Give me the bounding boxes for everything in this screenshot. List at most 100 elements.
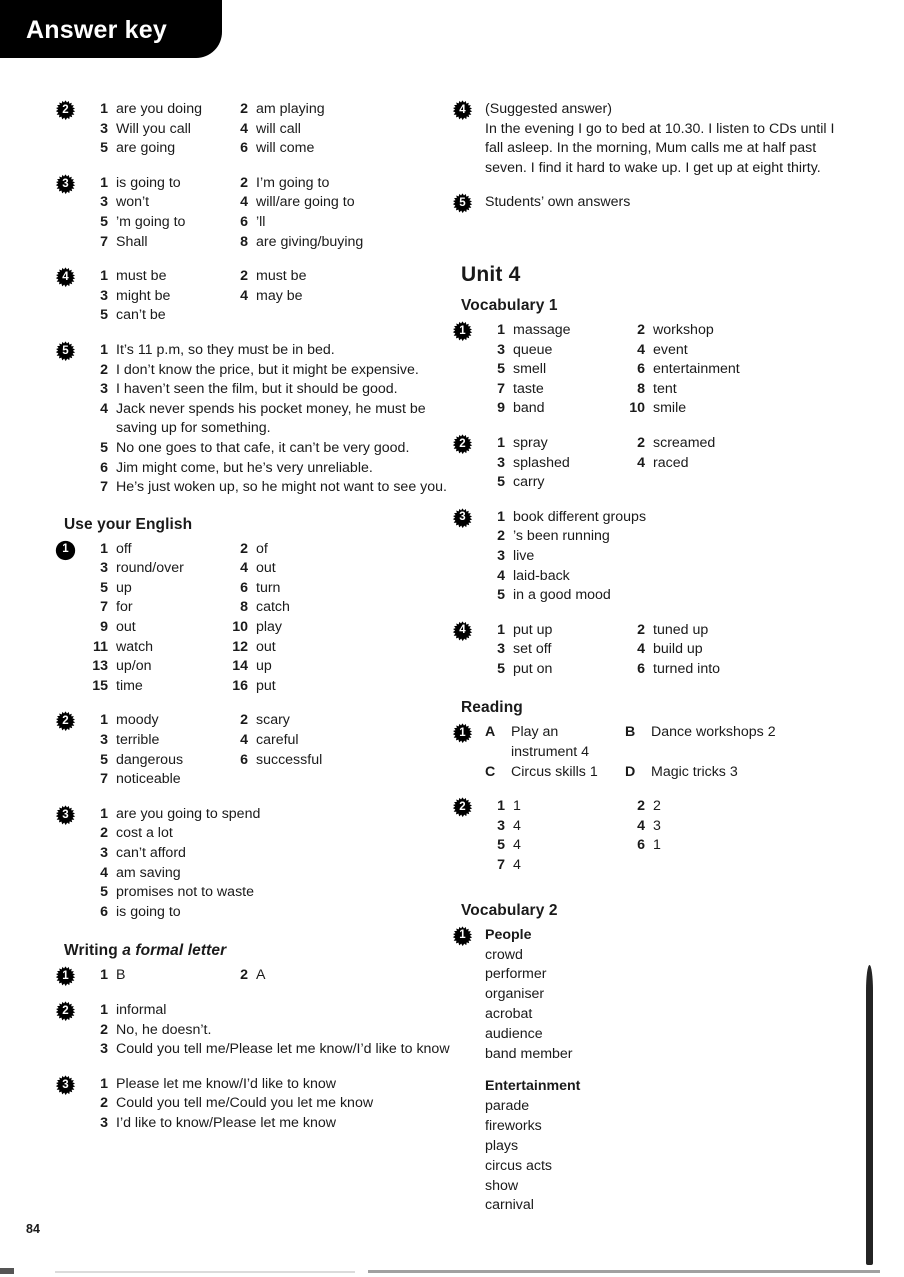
answer-text: round/over <box>116 560 184 577</box>
answer-row: 3 Will you call 4 will call <box>88 120 455 140</box>
exercise-badge-number: 5 <box>459 197 466 210</box>
answer-item: 8 tent <box>625 380 825 400</box>
answer-item: 1 off <box>88 540 228 560</box>
unit-heading: Unit 4 <box>461 262 521 286</box>
answer-number: 10 <box>232 619 248 636</box>
answer-text: are you going to spend <box>116 805 261 822</box>
answer-number: 7 <box>100 771 108 788</box>
answer-text: terrible <box>116 732 160 749</box>
left-column: 2 1 are you doing 2 am playing 3 Will you call… <box>55 100 455 1149</box>
answer-number: 3 <box>100 381 108 398</box>
section-vocabulary-2: Vocabulary 2 1 People crowd performer organis… <box>452 902 872 1217</box>
answer-number: 1 <box>100 174 108 191</box>
answer-text: off <box>116 540 132 557</box>
exercise-badge-number: 3 <box>62 1078 69 1091</box>
exercise-body: 1 off 2 of 3 round/over 4 out 5 up 6 turn 7 for 8 catch… <box>55 540 455 697</box>
answer-text: am playing <box>256 101 325 117</box>
answer-row: 3 splashed 4 raced <box>485 454 872 474</box>
answer-row: 1 spray 2 screamed <box>485 434 872 454</box>
answer-row: 7 taste 8 tent <box>485 380 872 400</box>
exercise-badge-2: 2 <box>452 797 473 818</box>
answer-item: 61 <box>625 836 825 856</box>
answer-item: 1 are you going to spend <box>88 805 455 825</box>
exercise-3: 3 1 Please let me know/I’d like to know 2 Co… <box>55 1075 455 1134</box>
answer-number: D <box>625 763 636 780</box>
answer-item: 9 out <box>88 618 228 638</box>
answer-item: 4 will/are going to <box>228 193 428 213</box>
answer-text: entertainment <box>653 361 740 378</box>
answer-item: 2 cost a lot <box>88 824 455 844</box>
answer-number: 5 <box>100 751 108 768</box>
section-heading-use-your-english: Use your English <box>64 515 193 533</box>
answer-number: 6 <box>240 213 248 230</box>
answer-text: are you doing <box>116 101 202 117</box>
answer-number: 1 <box>497 621 505 638</box>
answer-text: smile <box>653 400 687 417</box>
answer-item: 8 are giving/buying <box>228 233 428 253</box>
answer-item: 7 noticeable <box>88 770 228 790</box>
answer-row: 3 might be 4 may be <box>88 287 455 307</box>
answer-item: 5 ’m going to <box>88 213 228 233</box>
answer-text: smell <box>513 361 547 378</box>
answer-row: 1122 <box>485 797 872 817</box>
answer-text: I’d like to know/Please let me know <box>116 1114 337 1131</box>
exercise-3: 3 1 are you going to spend 2 cost a lot 3 can’… <box>55 805 455 923</box>
answer-number: 2 <box>637 621 645 638</box>
answer-row: 5 carry <box>485 473 872 493</box>
answer-text: raced <box>653 454 689 471</box>
answer-item: 5 in a good mood <box>485 586 872 606</box>
answer-item: 7 Shall <box>88 233 228 253</box>
answer-text: event <box>653 341 688 358</box>
answer-text: ’ll <box>256 213 266 230</box>
answer-number: 2 <box>240 967 248 984</box>
word-list-item: band member <box>485 1046 573 1063</box>
scan-artifact-bottom-left <box>0 1268 14 1274</box>
scan-artifact-streak <box>866 965 873 1265</box>
answer-number: 2 <box>240 174 248 191</box>
answer-item: 4 may be <box>228 287 428 307</box>
answer-number: 3 <box>497 547 505 564</box>
answer-text: are giving/buying <box>256 233 364 250</box>
answer-number: 15 <box>92 677 108 694</box>
answer-text: ’s been running <box>513 528 610 545</box>
answer-number: 9 <box>100 619 108 636</box>
exercise-badge-number: 4 <box>459 103 466 116</box>
answer-text: 4 <box>513 857 521 874</box>
answer-number: 5 <box>100 140 108 157</box>
answer-row: A Play an instrument 4 B Dance workshops 2 <box>485 723 872 762</box>
answer-text: screamed <box>653 434 716 451</box>
answer-text: splashed <box>513 454 570 471</box>
answer-item: 6 Jim might come, but he’s very unreliabl… <box>88 459 455 479</box>
answer-item: 11 <box>485 797 625 817</box>
exercise-badge-1: 1 <box>452 926 473 947</box>
exercise-body: 1 spray 2 screamed 3 splashed 4 raced 5 carry <box>452 434 872 493</box>
answer-number: 3 <box>497 454 505 471</box>
answer-number: 2 <box>240 540 248 557</box>
page-title: Answer key <box>26 16 167 44</box>
answer-text: I haven’t seen the film, but it should b… <box>116 381 398 398</box>
answer-text: Jack never spends his pocket money, he m… <box>116 400 426 437</box>
answer-item: 7 taste <box>485 380 625 400</box>
answer-text: Shall <box>116 233 148 250</box>
answer-item: 12 out <box>228 638 428 658</box>
answer-number: 3 <box>100 287 108 304</box>
exercise-badge-number: 1 <box>62 543 69 556</box>
answer-item: 2 Could you tell me/Could you let me know <box>88 1094 455 1114</box>
answer-row: 5 put on 6 turned into <box>485 660 872 680</box>
answer-item: 7 He’s just woken up, so he might not wan… <box>88 478 455 498</box>
answer-item: 7 for <box>88 598 228 618</box>
answer-row: 5 dangerous 6 successful <box>88 751 455 771</box>
answer-number: 5 <box>497 587 505 604</box>
word-list-item: performer <box>485 966 547 983</box>
answer-text: I don’t know the price, but it might be … <box>116 361 419 378</box>
answer-item: 5 up <box>88 579 228 599</box>
answer-row: 1 off 2 of <box>88 540 455 560</box>
answer-text: 3 <box>653 817 661 834</box>
exercise-badge-number: 3 <box>459 511 466 524</box>
answer-number: 7 <box>497 857 505 874</box>
answer-item: 1 It’s 11 p.m, so they must be in bed. <box>88 341 455 361</box>
answer-item: 3 Will you call <box>88 120 228 140</box>
answer-row: 7 for 8 catch <box>88 598 455 618</box>
answer-number: 4 <box>100 864 108 881</box>
answer-item: 4 build up <box>625 640 825 660</box>
